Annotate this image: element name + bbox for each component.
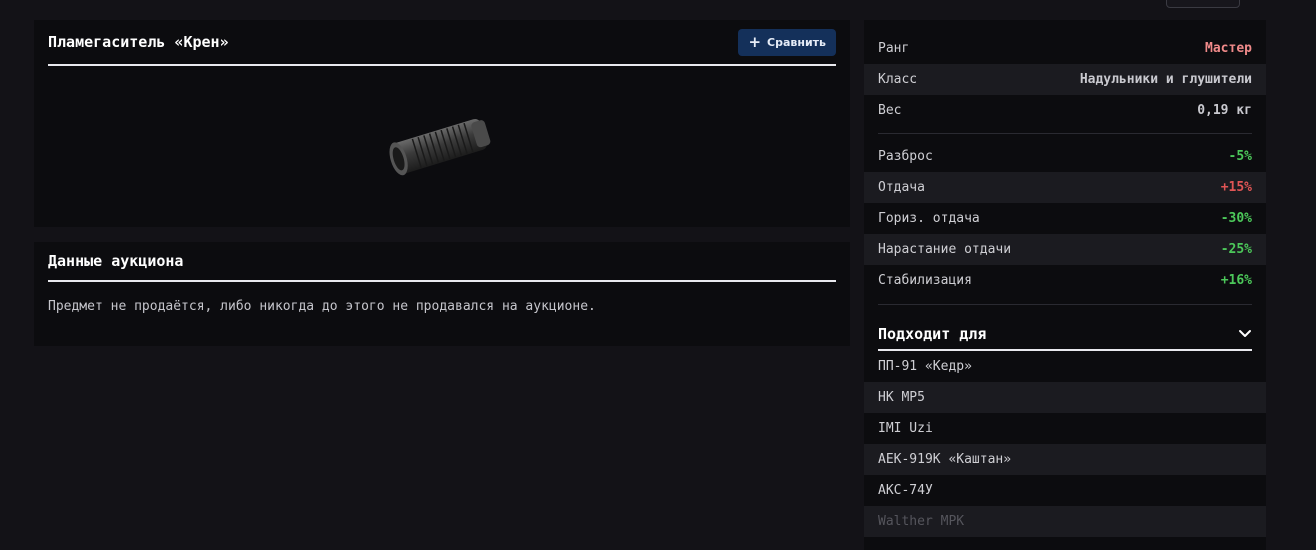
info-row-rank: Ранг Мастер [864, 33, 1266, 64]
compare-button-label: Сравнить [767, 35, 826, 49]
item-header: Пламегаситель «Крен» + Сравнить [48, 20, 836, 66]
weapon-item[interactable]: АЕК-919К «Каштан» [864, 444, 1266, 475]
stat-label: Отдача [878, 180, 925, 195]
auction-title: Данные аукциона [48, 252, 184, 270]
info-value: 0,19 кг [1197, 103, 1252, 118]
weapon-item[interactable]: HK MP5 [864, 382, 1266, 413]
stat-value: -25% [1220, 242, 1252, 257]
weapon-item[interactable]: Walther MPK [864, 506, 1266, 537]
chevron-down-icon[interactable] [1238, 327, 1252, 341]
stat-value: -30% [1220, 211, 1252, 226]
info-label: Ранг [878, 41, 910, 56]
item-panel: Пламегаситель «Крен» + Сравнить [34, 20, 850, 227]
divider [878, 133, 1252, 134]
plus-icon: + [748, 32, 762, 51]
compare-button[interactable]: + Сравнить [738, 28, 836, 56]
stat-row-horizontal-recoil: Гориз. отдача -30% [864, 203, 1266, 234]
info-value: Мастер [1205, 41, 1252, 56]
flash-hider-image [364, 108, 504, 188]
stat-label: Гориз. отдача [878, 211, 980, 226]
stat-row-stabilization: Стабилизация +16% [864, 265, 1266, 296]
stat-row-spread: Разброс -5% [864, 141, 1266, 172]
stats-panel: Ранг Мастер Класс Надульники и глушители… [864, 20, 1266, 550]
weapon-item[interactable]: IMI Uzi [864, 413, 1266, 444]
weapon-item[interactable]: АКС-74У [864, 475, 1266, 506]
stat-value: +15% [1220, 180, 1252, 195]
info-row-weight: Вес 0,19 кг [864, 95, 1266, 126]
divider [878, 304, 1252, 305]
fits-header[interactable]: Подходит для [878, 319, 1252, 351]
stat-value: +16% [1220, 273, 1252, 288]
item-title: Пламегаситель «Крен» [48, 33, 229, 51]
info-label: Вес [878, 103, 902, 118]
stat-value: -5% [1228, 149, 1252, 164]
stat-label: Стабилизация [878, 273, 972, 288]
auction-panel: Данные аукциона Предмет не продаётся, ли… [34, 242, 850, 346]
fits-title: Подходит для [878, 325, 987, 343]
info-value: Надульники и глушители [1079, 72, 1252, 87]
info-label: Класс [878, 72, 918, 87]
top-tab-edge[interactable] [1166, 0, 1240, 8]
stat-label: Нарастание отдачи [878, 242, 1012, 257]
stat-row-recoil-buildup: Нарастание отдачи -25% [864, 234, 1266, 265]
info-row-class: Класс Надульники и глушители [864, 64, 1266, 95]
stat-label: Разброс [878, 149, 933, 164]
auction-status-text: Предмет не продаётся, либо никогда до эт… [48, 299, 596, 314]
weapon-item[interactable]: ПП-91 «Кедр» [864, 351, 1266, 382]
auction-header: Данные аукциона [48, 242, 836, 282]
stat-row-recoil: Отдача +15% [864, 172, 1266, 203]
